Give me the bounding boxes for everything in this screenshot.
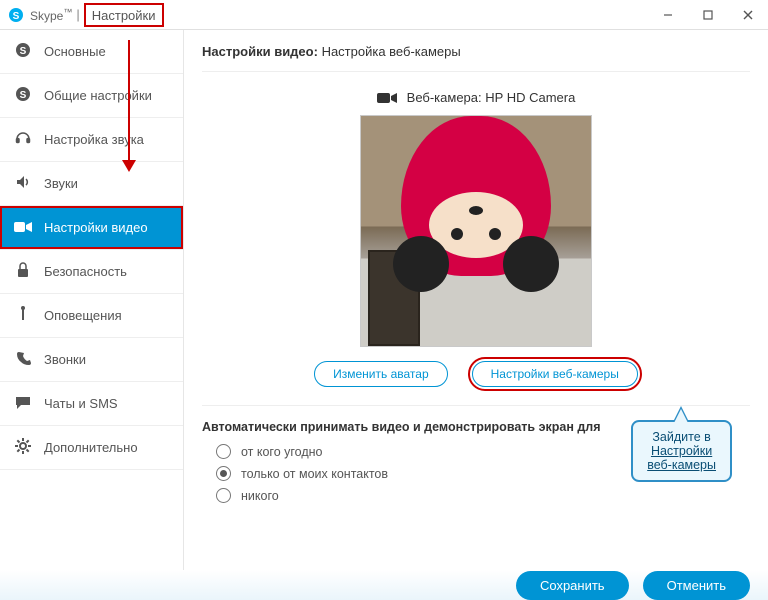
webcam-preview — [360, 115, 592, 347]
sidebar-item-video-settings[interactable]: Настройки видео — [0, 206, 183, 250]
sidebar-item-general-settings[interactable]: S Общие настройки — [0, 74, 183, 118]
camera-icon — [377, 92, 397, 104]
svg-text:S: S — [20, 90, 27, 101]
radio-icon — [216, 444, 231, 459]
main: S Основные S Общие настройки Настройка з… — [0, 30, 768, 570]
headset-icon — [14, 130, 32, 149]
skype-small-icon: S — [14, 86, 32, 105]
sidebar-item-label: Дополнительно — [44, 440, 138, 455]
sidebar-item-label: Безопасность — [44, 264, 127, 279]
title-section-highlight: Настройки — [84, 3, 164, 27]
skype-logo-icon: S — [8, 7, 24, 23]
sidebar-item-label: Оповещения — [44, 308, 122, 323]
notification-icon — [14, 306, 32, 325]
sidebar-item-security[interactable]: Безопасность — [0, 250, 183, 294]
close-icon — [743, 10, 753, 20]
minimize-icon — [663, 10, 673, 20]
footer: Сохранить Отменить — [0, 570, 768, 600]
video-icon — [14, 220, 32, 236]
content-heading: Настройки видео: Настройка веб-камеры — [202, 44, 750, 72]
cancel-button[interactable]: Отменить — [643, 571, 750, 600]
content-area: Настройки видео: Настройка веб-камеры Ве… — [184, 30, 768, 570]
sidebar-item-label: Настройки видео — [44, 220, 148, 235]
webcam-buttons: Изменить аватар Настройки веб-камеры — [202, 361, 750, 387]
sidebar-item-label: Настройка звука — [44, 132, 144, 147]
gear-icon — [14, 438, 32, 457]
sidebar-item-calls[interactable]: Звонки — [0, 338, 183, 382]
sidebar-item-advanced[interactable]: Дополнительно — [0, 426, 183, 470]
sidebar-item-audio-settings[interactable]: Настройка звука — [0, 118, 183, 162]
window-maximize-button[interactable] — [688, 0, 728, 30]
sidebar-item-chats-sms[interactable]: Чаты и SMS — [0, 382, 183, 426]
phone-icon — [14, 351, 32, 369]
titlebar: S Skype™ | Настройки — [0, 0, 768, 30]
svg-text:S: S — [13, 11, 20, 22]
sidebar-item-label: Чаты и SMS — [44, 396, 118, 411]
auto-receive-title: Автоматически принимать видео и демонстр… — [202, 420, 750, 434]
speaker-icon — [14, 174, 32, 193]
window-close-button[interactable] — [728, 0, 768, 30]
title-separator: | — [76, 7, 79, 22]
radio-icon — [216, 488, 231, 503]
radio-label: от кого угодно — [241, 445, 323, 459]
radio-nobody[interactable]: никого — [216, 488, 750, 503]
webcam-section: Веб-камера: HP HD Camera Изменить аватар… — [202, 90, 750, 406]
radio-label: никого — [241, 489, 279, 503]
save-button[interactable]: Сохранить — [516, 571, 629, 600]
webcam-label: Веб-камера: HP HD Camera — [377, 90, 576, 105]
window-minimize-button[interactable] — [648, 0, 688, 30]
sidebar-item-sounds[interactable]: Звуки — [0, 162, 183, 206]
skype-small-icon: S — [14, 42, 32, 61]
auto-receive-section: Автоматически принимать видео и демонстр… — [202, 420, 750, 503]
radio-anyone[interactable]: от кого угодно — [216, 444, 750, 459]
sidebar-item-label: Звуки — [44, 176, 78, 191]
maximize-icon — [703, 10, 713, 20]
sidebar-item-notifications[interactable]: Оповещения — [0, 294, 183, 338]
sidebar: S Основные S Общие настройки Настройка з… — [0, 30, 184, 570]
sidebar-item-label: Общие настройки — [44, 88, 152, 103]
radio-contacts-only[interactable]: только от моих контактов — [216, 466, 750, 481]
window-controls — [648, 0, 768, 30]
lock-icon — [14, 262, 32, 281]
app-name: Skype™ — [30, 7, 72, 23]
chat-icon — [14, 395, 32, 413]
webcam-settings-button[interactable]: Настройки веб-камеры — [472, 361, 638, 387]
radio-icon — [216, 466, 231, 481]
sidebar-item-general[interactable]: S Основные — [0, 30, 183, 74]
change-avatar-button[interactable]: Изменить аватар — [314, 361, 448, 387]
sidebar-item-label: Звонки — [44, 352, 86, 367]
radio-label: только от моих контактов — [241, 467, 388, 481]
sidebar-item-label: Основные — [44, 44, 106, 59]
svg-text:S: S — [20, 46, 27, 57]
